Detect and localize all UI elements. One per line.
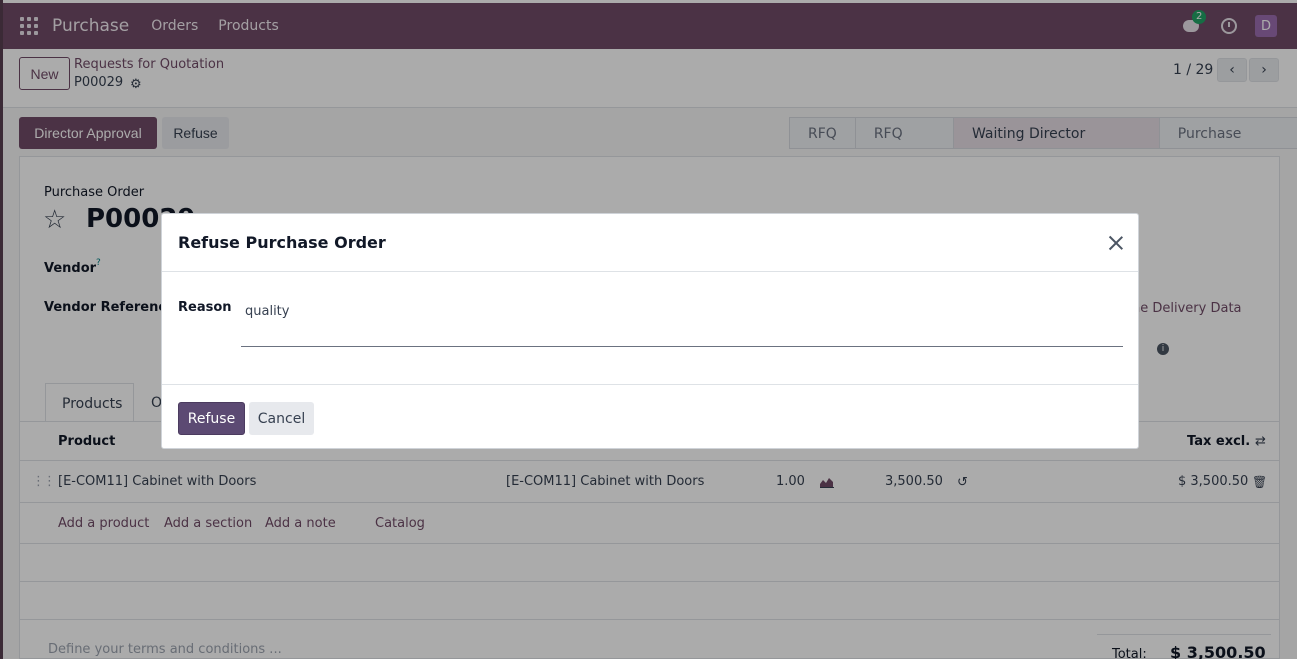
dialog-footer: Refuse Cancel bbox=[162, 384, 1138, 448]
dialog-title: Refuse Purchase Order bbox=[178, 233, 386, 252]
cancel-button[interactable]: Cancel bbox=[249, 402, 314, 435]
refuse-dialog: Refuse Purchase Order Reason Refuse Canc… bbox=[161, 213, 1139, 449]
refuse-button[interactable]: Refuse bbox=[178, 402, 245, 435]
window-edge bbox=[0, 0, 3, 659]
close-icon[interactable] bbox=[1106, 233, 1126, 253]
dialog-header: Refuse Purchase Order bbox=[162, 214, 1138, 272]
reason-input[interactable] bbox=[241, 298, 1123, 347]
reason-label: Reason bbox=[178, 300, 232, 315]
